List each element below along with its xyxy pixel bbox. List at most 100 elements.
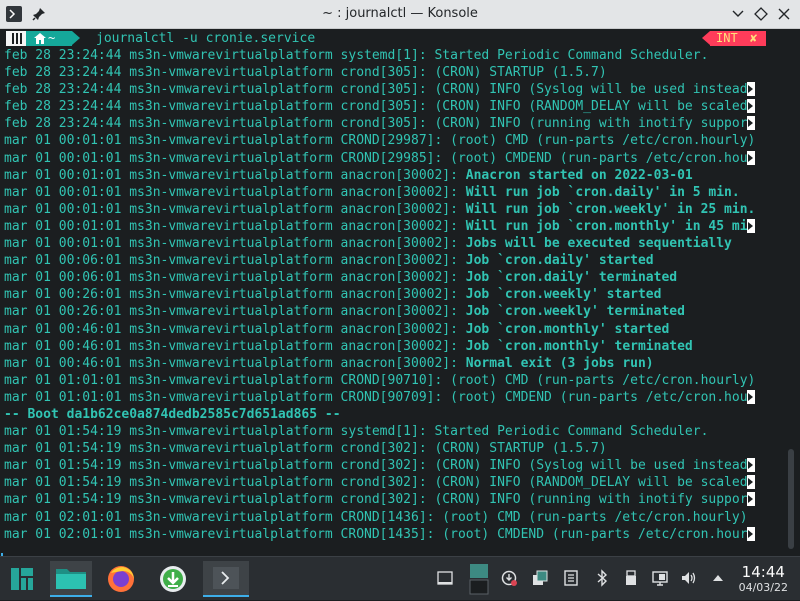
log-prefix: mar 01 01:54:19 ms3n-vmwarevirtualplatfo… xyxy=(4,424,435,440)
log-line: mar 01 01:01:01 ms3n-vmwarevirtualplatfo… xyxy=(4,389,774,406)
application-launcher[interactable] xyxy=(4,561,40,597)
log-message: Job `cron.monthly' terminated xyxy=(465,338,693,354)
terminal-view[interactable]: ~ journalctl -u cronie.service INT ✘ feb… xyxy=(0,29,800,556)
log-message: Normal exit (3 jobs run) xyxy=(465,355,654,371)
terminal-scrollbar[interactable] xyxy=(786,29,796,554)
usb-icon[interactable] xyxy=(622,569,640,587)
log-line: mar 01 00:46:01 ms3n-vmwarevirtualplatfo… xyxy=(4,338,774,355)
terminal-output[interactable]: ~ journalctl -u cronie.service INT ✘ feb… xyxy=(4,30,774,543)
log-line: mar 01 02:01:01 ms3n-vmwarevirtualplatfo… xyxy=(4,526,774,543)
log-message: Will run job `cron.weekly' in 25 min. xyxy=(465,201,756,217)
truncation-arrow-icon xyxy=(746,475,755,490)
file-manager-icon xyxy=(56,569,86,589)
log-prefix: mar 01 00:01:01 ms3n-vmwarevirtualplatfo… xyxy=(4,236,466,252)
log-line: mar 01 00:26:01 ms3n-vmwarevirtualplatfo… xyxy=(4,286,774,303)
minimize-button[interactable] xyxy=(730,6,746,22)
log-message: Job `cron.weekly' started xyxy=(465,287,662,303)
log-line: -- Boot da1b62ce0a874dedb2585c7d651ad865… xyxy=(4,406,774,423)
task-downloader[interactable] xyxy=(155,561,191,597)
taskbar: 14:44 04/03/22 xyxy=(0,556,800,600)
maximize-button[interactable] xyxy=(753,6,769,22)
close-button[interactable] xyxy=(776,6,792,22)
log-prefix: feb 28 23:24:44 ms3n-vmwarevirtualplatfo… xyxy=(4,116,435,132)
log-prefix: mar 01 00:01:01 ms3n-vmwarevirtualplatfo… xyxy=(4,184,466,200)
log-message: (CRON) INFO (running with inotify suppor xyxy=(434,492,748,508)
log-line: mar 01 00:01:01 ms3n-vmwarevirtualplatfo… xyxy=(4,201,774,218)
log-line: mar 01 01:54:19 ms3n-vmwarevirtualplatfo… xyxy=(4,423,774,440)
diamond-icon xyxy=(754,7,768,21)
truncation-arrow-icon xyxy=(746,492,755,507)
truncation-arrow-icon xyxy=(746,116,755,131)
log-message: Job `cron.daily' terminated xyxy=(465,270,678,286)
log-message: (root) CMD (run-parts /etc/cron.hourly) xyxy=(442,509,748,525)
clipboard-icon[interactable] xyxy=(531,569,549,587)
log-message: (root) CMD (run-parts /etc/cron.hourly) xyxy=(450,133,756,149)
log-prefix: mar 01 01:54:19 ms3n-vmwarevirtualplatfo… xyxy=(4,492,435,508)
digital-clock[interactable]: 14:44 04/03/22 xyxy=(739,563,788,594)
log-prefix: mar 01 01:54:19 ms3n-vmwarevirtualplatfo… xyxy=(4,458,435,474)
log-line: mar 01 01:01:01 ms3n-vmwarevirtualplatfo… xyxy=(4,372,774,389)
log-message: (root) CMDEND (run-parts /etc/cron.hou xyxy=(450,150,748,166)
log-line: mar 01 00:26:01 ms3n-vmwarevirtualplatfo… xyxy=(4,303,774,320)
window-title: ~ : journalctl — Konsole xyxy=(322,6,478,21)
display-icon[interactable] xyxy=(651,569,669,587)
update-icon[interactable] xyxy=(500,569,518,587)
truncation-arrow-icon xyxy=(746,82,755,97)
log-prefix: mar 01 00:01:01 ms3n-vmwarevirtualplatfo… xyxy=(4,133,451,149)
chevron-down-icon xyxy=(732,10,744,17)
expand-tray-icon[interactable] xyxy=(709,569,727,587)
log-message: -- Boot da1b62ce0a874dedb2585c7d651ad865… xyxy=(4,406,341,422)
clock-date: 04/03/22 xyxy=(738,581,788,594)
desktop-pager-icon[interactable] xyxy=(469,562,489,596)
log-line: mar 01 00:46:01 ms3n-vmwarevirtualplatfo… xyxy=(4,321,774,338)
log-line: mar 01 00:06:01 ms3n-vmwarevirtualplatfo… xyxy=(4,252,774,269)
log-line: mar 01 00:01:01 ms3n-vmwarevirtualplatfo… xyxy=(4,235,774,252)
log-prefix: mar 01 00:06:01 ms3n-vmwarevirtualplatfo… xyxy=(4,253,466,269)
log-line: mar 01 01:54:19 ms3n-vmwarevirtualplatfo… xyxy=(4,491,774,508)
log-message: Started Periodic Command Scheduler. xyxy=(434,48,709,63)
log-prefix: feb 28 23:24:44 ms3n-vmwarevirtualplatfo… xyxy=(4,48,435,63)
log-line: feb 28 23:24:44 ms3n-vmwarevirtualplatfo… xyxy=(4,64,774,81)
log-message: (CRON) INFO (running with inotify suppor xyxy=(434,116,748,132)
prompt-directory: ~ xyxy=(26,31,72,46)
log-prefix: mar 01 00:26:01 ms3n-vmwarevirtualplatfo… xyxy=(4,304,466,320)
notes-icon[interactable] xyxy=(562,569,580,587)
clock-time: 14:44 xyxy=(741,563,785,581)
log-message: (CRON) INFO (Syslog will be used instead xyxy=(434,82,748,98)
exit-status-badge: INT ✘ xyxy=(702,31,766,46)
log-message: (CRON) STARTUP (1.5.7) xyxy=(434,441,607,457)
log-prefix: feb 28 23:24:44 ms3n-vmwarevirtualplatfo… xyxy=(4,82,435,98)
manjaro-menu-icon xyxy=(11,568,33,590)
log-prefix: feb 28 23:24:44 ms3n-vmwarevirtualplatfo… xyxy=(4,65,435,81)
log-prefix: mar 01 00:01:01 ms3n-vmwarevirtualplatfo… xyxy=(4,167,466,183)
log-line: mar 01 00:01:01 ms3n-vmwarevirtualplatfo… xyxy=(4,167,774,184)
truncation-arrow-icon xyxy=(746,99,755,114)
log-prefix: mar 01 00:06:01 ms3n-vmwarevirtualplatfo… xyxy=(4,270,466,286)
truncation-arrow-icon xyxy=(746,150,755,165)
bluetooth-icon[interactable] xyxy=(593,569,611,587)
title-bar[interactable]: ~ : journalctl — Konsole xyxy=(0,0,800,29)
log-prefix: mar 01 00:46:01 ms3n-vmwarevirtualplatfo… xyxy=(4,338,466,354)
log-prefix: feb 28 23:24:44 ms3n-vmwarevirtualplatfo… xyxy=(4,99,435,115)
task-firefox[interactable] xyxy=(103,561,139,597)
log-prefix: mar 01 01:01:01 ms3n-vmwarevirtualplatfo… xyxy=(4,389,451,405)
command-text: journalctl -u cronie.service xyxy=(96,31,316,46)
log-message: (root) CMD (run-parts /etc/cron.hourly) xyxy=(450,372,756,388)
log-prefix: mar 01 02:01:01 ms3n-vmwarevirtualplatfo… xyxy=(4,509,443,525)
log-line: mar 01 01:54:19 ms3n-vmwarevirtualplatfo… xyxy=(4,457,774,474)
log-line: feb 28 23:24:44 ms3n-vmwarevirtualplatfo… xyxy=(4,98,774,115)
log-message: (root) CMDEND (run-parts /etc/cron.hour xyxy=(442,526,748,542)
log-message: Will run job `cron.monthly' in 45 mi xyxy=(465,218,748,234)
cross-icon: ✘ xyxy=(750,31,758,45)
scrollbar-thumb[interactable] xyxy=(788,449,794,549)
log-line: mar 01 01:54:19 ms3n-vmwarevirtualplatfo… xyxy=(4,474,774,491)
task-konsole[interactable] xyxy=(203,561,249,597)
log-message: Will run job `cron.daily' in 5 min. xyxy=(465,184,740,200)
log-line: feb 28 23:24:44 ms3n-vmwarevirtualplatfo… xyxy=(4,81,774,98)
log-message: (root) CMDEND (run-parts /etc/cron.hou xyxy=(450,389,748,405)
task-file-manager[interactable] xyxy=(50,561,92,597)
log-prefix: mar 01 00:01:01 ms3n-vmwarevirtualplatfo… xyxy=(4,218,466,234)
window-icon[interactable] xyxy=(436,569,454,587)
log-message: (CRON) INFO (Syslog will be used instead xyxy=(434,458,748,474)
volume-icon[interactable] xyxy=(680,569,698,587)
